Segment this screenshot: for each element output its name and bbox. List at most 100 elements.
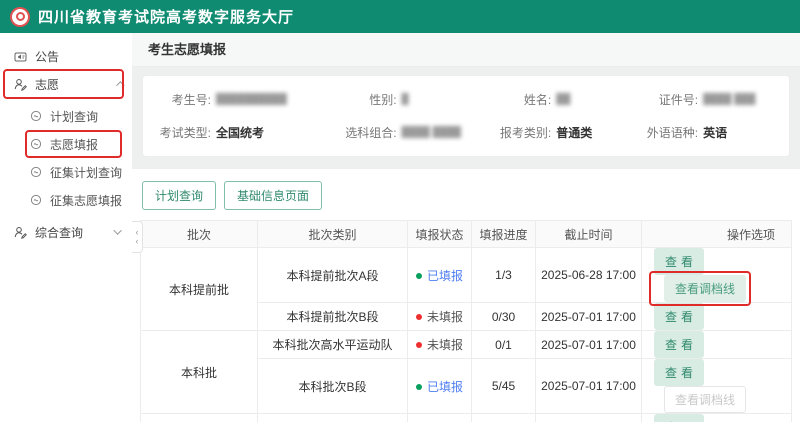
info-field-exam-type: 考试类型: 全国统考 [149, 124, 335, 141]
page-title: 考生志愿填报 [132, 33, 800, 67]
view-line-button-disabled: 查看调档线 [664, 386, 746, 413]
deadline-cell: 2025-07-05 17:00 [536, 414, 642, 422]
announcement-icon [14, 50, 27, 63]
batch-table: 批次 批次类别 填报状态 填报进度 截止时间 操作选项 本科提前批 本科提前批次… [140, 220, 792, 422]
view-button[interactable]: 查看 [654, 303, 704, 330]
sidebar-item-label: 计划查询 [50, 108, 98, 125]
deadline-cell: 2025-07-01 17:00 [536, 303, 642, 331]
sidebar-item-label: 志愿填报 [50, 136, 98, 153]
category-cell: 高职（专科）提前批次 [258, 414, 408, 422]
sidebar-item-comprehensive-query[interactable]: 综合查询 [0, 219, 132, 245]
sidebar-item-zhiyuan[interactable]: 志愿 [0, 71, 132, 97]
info-field-id-no: 证件号: ████ ███ [636, 91, 783, 108]
info-field-gender: 性别: █ [335, 91, 490, 108]
sidebar-item-label: 综合查询 [35, 224, 83, 241]
basic-info-page-button[interactable]: 基础信息页面 [224, 181, 322, 210]
status-cell: 已填报 [408, 248, 472, 303]
sidebar-item-collection-plan-query[interactable]: 征集计划查询 [0, 161, 132, 183]
info-field-exam-no: 考生号: ██████████ [149, 91, 335, 108]
info-field-foreign-language: 外语语种: 英语 [636, 124, 783, 141]
toolbar: 计划查询 基础信息页面 [140, 179, 792, 220]
status-cell: 未填报 [408, 414, 472, 422]
field-value-redacted: █ [402, 94, 409, 105]
field-value-redacted: ██ [556, 94, 570, 105]
circle-icon [30, 110, 42, 122]
category-cell: 本科提前批次B段 [258, 303, 408, 331]
circle-icon [30, 138, 42, 150]
sidebar-item-label: 征集志愿填报 [50, 192, 122, 209]
field-value-redacted: ████ ███ [703, 94, 755, 105]
seal-icon-inner [16, 12, 25, 21]
sidebar-item-label: 征集计划查询 [50, 164, 122, 181]
info-field-subject-combo: 选科组合: ████ ████ [335, 124, 490, 141]
view-line-button[interactable]: 查看调档线 [664, 275, 746, 302]
table-row: 高职（专科）提前批 高职（专科）提前批次 未填报 0/3 2025-07-05 … [141, 414, 792, 422]
progress-cell: 0/1 [472, 331, 536, 359]
view-button[interactable]: 查看 [654, 359, 704, 386]
col-header-actions: 操作选项 [642, 221, 792, 248]
user-edit-icon [14, 78, 27, 91]
deadline-cell: 2025-06-28 17:00 [536, 248, 642, 303]
field-label: 证件号: [636, 91, 698, 108]
seal-icon [10, 7, 30, 27]
field-value: 全国统考 [216, 124, 264, 141]
app-header: 四川省教育考试院高考数字服务大厅 [0, 0, 800, 33]
field-label: 姓名: [489, 91, 551, 108]
actions-cell: 查看 查看调档线 [642, 414, 792, 422]
batch-cell: 高职（专科）提前批 [141, 414, 258, 422]
view-button[interactable]: 查看 [654, 414, 704, 422]
view-button[interactable]: 查看 [654, 331, 704, 358]
info-field-name: 姓名: ██ [489, 91, 636, 108]
status-cell: 已填报 [408, 359, 472, 414]
sidebar: 公告 志愿 计划查询 [0, 33, 132, 422]
status-text: 已填报 [427, 380, 463, 394]
progress-cell: 5/45 [472, 359, 536, 414]
field-value: 英语 [703, 124, 727, 141]
field-label: 报考类别: [489, 124, 551, 141]
col-header-deadline: 截止时间 [536, 221, 642, 248]
status-cell: 未填报 [408, 303, 472, 331]
main-layout: 公告 志愿 计划查询 [0, 33, 800, 422]
table-header-row: 批次 批次类别 填报状态 填报进度 截止时间 操作选项 [141, 221, 792, 248]
sidebar-item-label: 公告 [35, 48, 59, 65]
actions-cell: 查看 [642, 303, 792, 331]
sidebar-item-announcements[interactable]: 公告 [0, 43, 132, 69]
field-value-redacted: ████ ████ [402, 127, 461, 138]
field-value-redacted: ██████████ [216, 94, 287, 105]
status-text: 已填报 [427, 269, 463, 283]
batch-table-panel: 计划查询 基础信息页面 批次 批次类别 填报状态 填报进度 截止时间 操作选项 [132, 169, 800, 422]
sidebar-item-zhiyuan-tianbao[interactable]: 志愿填报 [0, 133, 132, 155]
progress-cell: 0/30 [472, 303, 536, 331]
col-header-progress: 填报进度 [472, 221, 536, 248]
sidebar-collapse-handle[interactable]: ‹ ‹ [132, 221, 143, 253]
chevron-down-icon [113, 226, 121, 234]
circle-icon [30, 194, 42, 206]
status-dot-green [416, 384, 422, 390]
batch-cell: 本科提前批 [141, 248, 258, 331]
progress-cell: 1/3 [472, 248, 536, 303]
progress-cell: 0/3 [472, 414, 536, 422]
category-cell: 本科批次B段 [258, 359, 408, 414]
actions-cell: 查看 [642, 331, 792, 359]
status-dot-red [416, 342, 422, 348]
field-label: 性别: [335, 91, 397, 108]
plan-query-button[interactable]: 计划查询 [142, 181, 216, 210]
status-dot-green [416, 273, 422, 279]
status-text: 未填报 [427, 310, 463, 324]
sidebar-item-collection-zhiyuan-tianbao[interactable]: 征集志愿填报 [0, 189, 132, 211]
collapse-chevron-icon: ‹ [136, 237, 139, 246]
sidebar-item-plan-query[interactable]: 计划查询 [0, 105, 132, 127]
sidebar-item-label: 志愿 [35, 76, 59, 93]
status-text: 未填报 [427, 338, 463, 352]
view-button[interactable]: 查看 [654, 248, 704, 275]
student-info-card: 考生号: ██████████ 性别: █ 姓名: ██ 证件号: ████ █… [142, 75, 790, 157]
actions-cell: 查看 查看调档线 [642, 248, 792, 303]
deadline-cell: 2025-07-01 17:00 [536, 331, 642, 359]
app-title: 四川省教育考试院高考数字服务大厅 [38, 6, 294, 27]
category-cell: 本科批次高水平运动队 [258, 331, 408, 359]
col-header-status: 填报状态 [408, 221, 472, 248]
actions-cell: 查看 查看调档线 [642, 359, 792, 414]
status-dot-red [416, 314, 422, 320]
field-label: 考生号: [149, 91, 211, 108]
col-header-category: 批次类别 [258, 221, 408, 248]
